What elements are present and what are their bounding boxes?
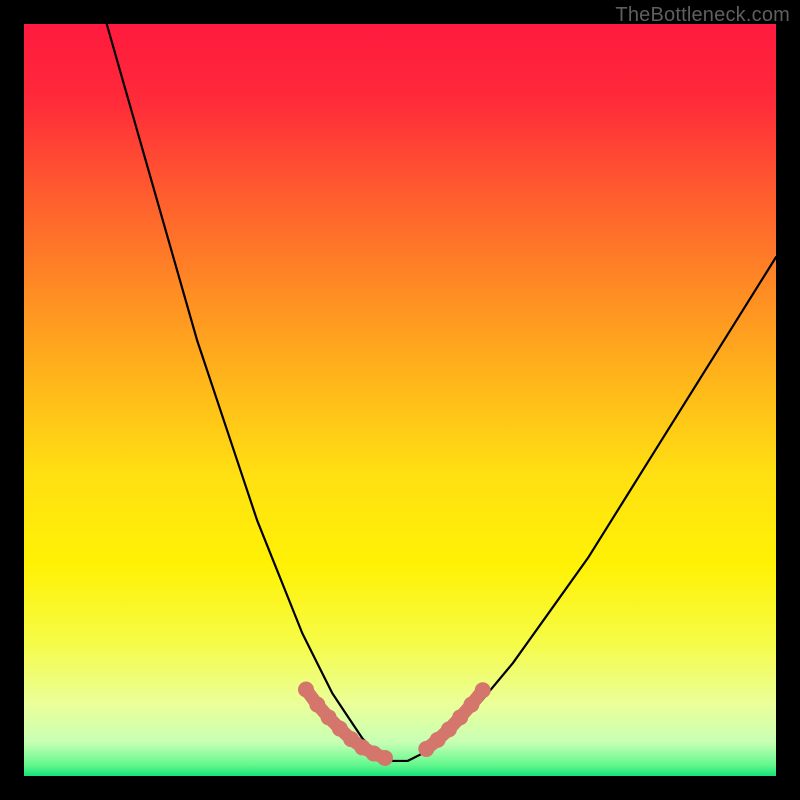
watermark-text: TheBottleneck.com <box>615 4 790 27</box>
plot-svg <box>24 24 776 776</box>
gradient-background <box>24 24 776 776</box>
plot-area <box>24 24 776 776</box>
chart-stage: TheBottleneck.com <box>0 0 800 800</box>
